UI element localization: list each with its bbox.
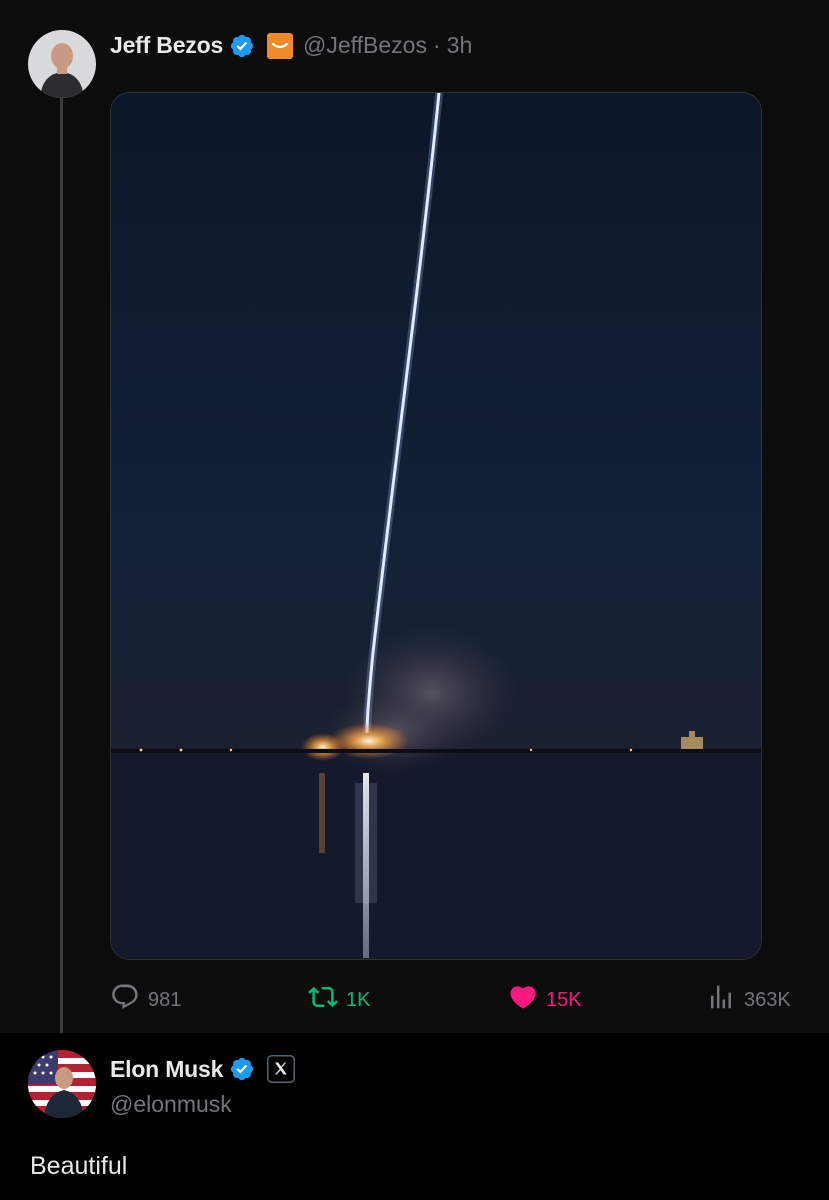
views-chart-icon	[706, 982, 736, 1018]
post-action-bar: 981 1K 15K 363K	[110, 982, 800, 1014]
verified-badge-icon	[229, 33, 255, 59]
reply-icon	[110, 982, 140, 1018]
avatar-jeff-bezos[interactable]	[28, 30, 96, 98]
author-handle[interactable]: @JeffBezos	[303, 32, 427, 59]
repost-count: 1K	[346, 988, 371, 1011]
thread-connector-line	[60, 98, 63, 1048]
quoted-post-header: Jeff Bezos @JeffBezos · 3h	[110, 32, 472, 59]
heart-filled-icon	[508, 982, 538, 1018]
reply-post-header: Elon Musk	[110, 1055, 296, 1083]
reply-text: Beautiful	[30, 1152, 128, 1180]
post-timestamp[interactable]: 3h	[447, 32, 473, 59]
repost-button[interactable]: 1K	[308, 982, 370, 1018]
dot-separator: ·	[432, 32, 441, 58]
views-button[interactable]: 363K	[706, 982, 791, 1018]
reply-button[interactable]: 981	[110, 982, 181, 1018]
reply-handle-row: @elonmusk	[110, 1091, 232, 1118]
like-button[interactable]: 15K	[508, 982, 582, 1018]
x-logo-icon[interactable]	[267, 1055, 296, 1083]
avatar-elon-musk[interactable]	[28, 1050, 96, 1118]
amazon-smile-icon[interactable]	[267, 32, 294, 59]
post-media-photo[interactable]	[110, 92, 762, 960]
reply-author-name[interactable]: Elon Musk	[110, 1056, 223, 1083]
repost-icon	[308, 982, 338, 1018]
author-name[interactable]: Jeff Bezos	[110, 32, 223, 59]
views-count: 363K	[744, 988, 791, 1011]
verified-badge-icon	[229, 1056, 255, 1082]
reply-count: 981	[148, 988, 182, 1011]
like-count: 15K	[546, 988, 582, 1011]
reply-author-handle[interactable]: @elonmusk	[110, 1091, 232, 1118]
